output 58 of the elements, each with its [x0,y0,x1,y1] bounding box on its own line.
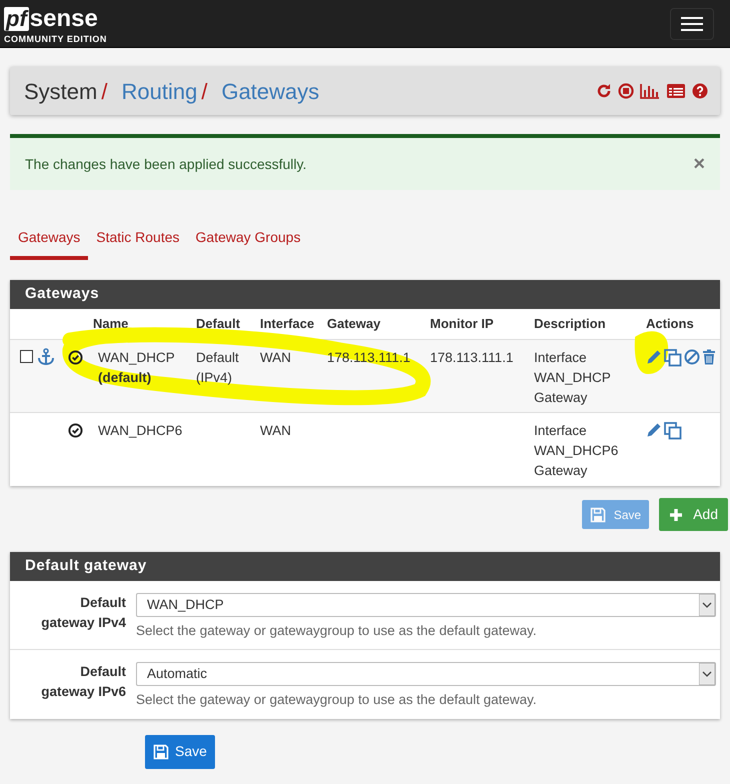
field-label: Default gateway IPv6 [40,663,127,702]
breadcrumb-separator: / [101,78,108,106]
tab[interactable]: Gateway Groups [188,222,309,260]
copy-icon[interactable] [664,422,682,440]
alert-message: The changes have been applied successfully. [25,154,306,174]
table-cell-text: Interface WAN_DHCP6 Gateway [534,422,620,480]
logo-wordmark: sense [30,6,98,30]
tab[interactable]: Static Routes [88,222,188,260]
column-header: Name [93,315,130,334]
table-cell-text: Interface WAN_DHCP Gateway [534,349,612,407]
table-cell-text: (default) [98,369,152,387]
copy-icon[interactable] [664,349,682,367]
dropdown-caret-icon [699,663,715,686]
breadcrumb-text: System [24,78,98,106]
breadcrumb-separator: / [201,78,208,106]
column-header: Monitor IP [430,315,495,334]
column-header: Gateway [327,315,382,334]
table-cell-text: WAN [260,422,291,440]
trash-icon[interactable] [702,349,716,365]
column-header: Interface [260,315,316,334]
bar-chart-icon[interactable] [640,83,660,99]
help-icon[interactable] [692,83,708,99]
dropdown-caret-icon [699,594,715,616]
column-header: Description [534,315,607,334]
select-field[interactable]: Automatic [136,662,716,686]
tab[interactable]: Gateways [10,222,88,260]
logo-subtitle: COMMUNITY EDITION [4,32,107,44]
anchor-icon[interactable] [37,348,55,366]
column-header: Default [196,315,242,334]
panel-title: Gateways [25,284,100,304]
table-cell-text: 178.113.111.1 [430,349,514,367]
table-cell-text: WAN [260,349,291,367]
panel-title: Default gateway [25,556,147,576]
close-button[interactable]: × [693,154,705,174]
logo-mark: pf [4,6,29,30]
pencil-icon[interactable] [646,422,662,438]
menu-button[interactable] [670,8,714,40]
save-button[interactable]: Save [145,734,215,768]
stop-icon[interactable] [618,83,634,99]
reload-icon[interactable] [596,83,612,99]
table-list-icon[interactable] [666,83,686,99]
table-cell-text: Default (IPv4) [196,349,240,387]
breadcrumb-link[interactable]: Gateways [221,74,320,108]
column-header: Actions [646,315,695,334]
help-text: Select the gateway or gatewaygroup to use as the default gateway. [136,622,538,640]
select-field[interactable]: WAN_DHCP [136,593,716,617]
row-checkbox[interactable] [20,350,33,363]
table-cell-text: WAN_DHCP6 [98,422,182,440]
help-text: Select the gateway or gatewaygroup to use as the default gateway. [136,691,538,710]
check-circle-icon [68,423,83,438]
check-circle-icon [68,350,83,365]
prohibited-icon[interactable] [684,349,700,365]
add-button[interactable]: Add [659,498,728,531]
field-label: Default gateway IPv4 [40,594,127,632]
breadcrumb-link[interactable]: Routing [121,74,198,108]
pencil-icon[interactable] [646,349,662,365]
plus-icon [669,508,684,522]
table-cell-text: WAN_DHCP [98,349,175,367]
